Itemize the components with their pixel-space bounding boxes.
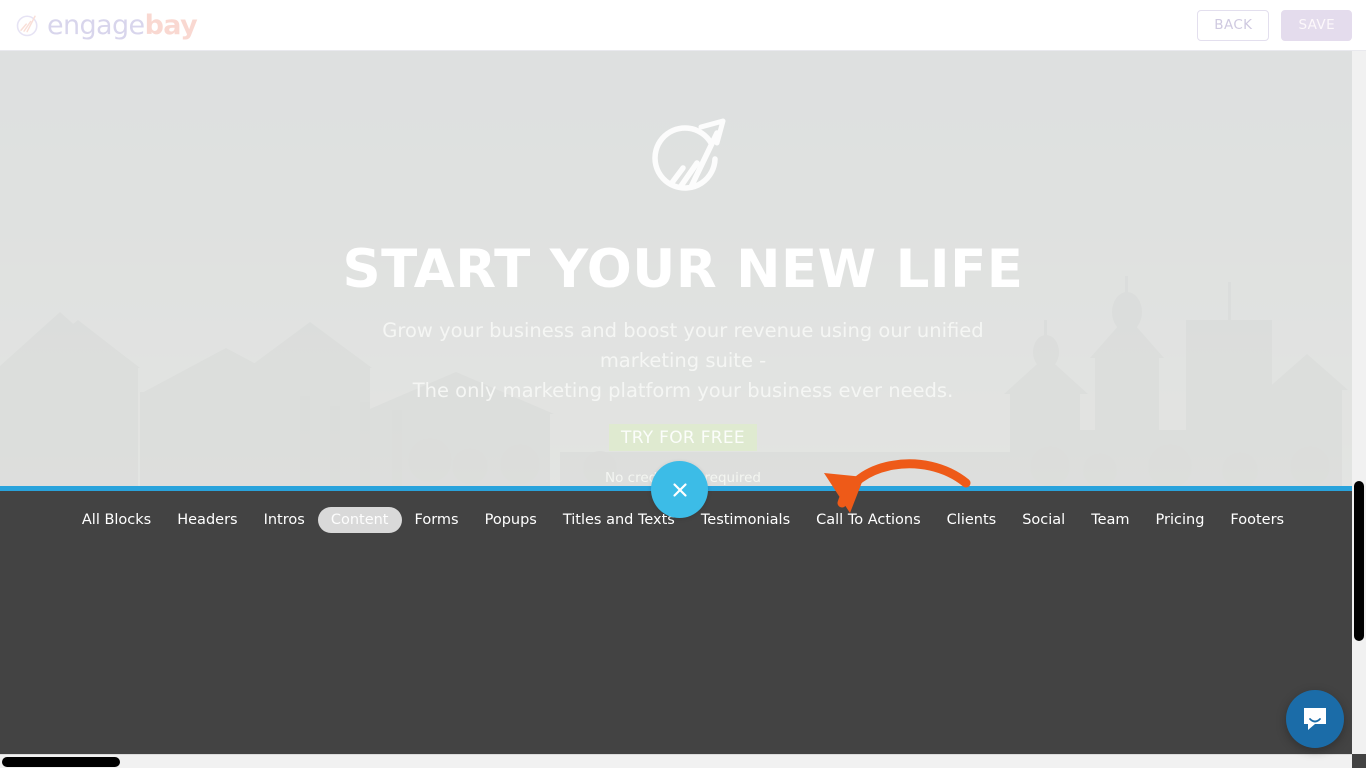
try-for-free-button[interactable]: TRY FOR FREE [609, 424, 757, 451]
block-category-footers[interactable]: Footers [1217, 507, 1297, 534]
close-panel-button[interactable] [651, 461, 708, 518]
block-category-all-blocks[interactable]: All Blocks [69, 507, 164, 534]
hero-subtitle-line-2: The only marketing platform your busines… [412, 379, 954, 402]
block-category-headers[interactable]: Headers [164, 507, 250, 534]
intercom-chat-icon [1304, 708, 1326, 730]
block-category-content[interactable]: Content [317, 506, 402, 534]
brand-word-engage: engage [47, 9, 145, 41]
vertical-scrollbar[interactable] [1352, 51, 1366, 754]
block-category-pricing[interactable]: Pricing [1143, 507, 1218, 534]
curved-arrow-icon [824, 459, 971, 513]
h-scrollbar-thumb[interactable] [2, 757, 120, 767]
hero-title: START YOUR NEW LIFE [342, 239, 1024, 300]
brand-wordmark: engagebay [47, 9, 198, 41]
brand-word-bay: bay [144, 9, 198, 41]
save-button[interactable]: SAVE [1281, 9, 1352, 41]
hero-subtitle: Grow your business and boost your revenu… [338, 316, 1028, 406]
block-category-popups[interactable]: Popups [472, 507, 550, 534]
block-category-social[interactable]: Social [1009, 507, 1078, 534]
horizontal-scrollbar[interactable] [0, 754, 1352, 768]
back-button[interactable]: BACK [1197, 9, 1270, 41]
top-bar: engagebay BACK SAVE [0, 0, 1366, 51]
intercom-launcher-button[interactable] [1286, 690, 1344, 748]
engagebay-logo-icon [14, 11, 42, 39]
block-category-intros[interactable]: Intros [251, 507, 318, 534]
block-category-forms[interactable]: Forms [402, 507, 472, 534]
hero-content: START YOUR NEW LIFE Grow your business a… [0, 51, 1366, 486]
block-category-team[interactable]: Team [1078, 507, 1142, 534]
app-root: engagebay BACK SAVE START YOUR NEW LIFE … [0, 0, 1366, 768]
brand-logo[interactable]: engagebay [14, 9, 198, 41]
hero-preview: START YOUR NEW LIFE Grow your business a… [0, 51, 1366, 486]
top-bar-actions: BACK SAVE [1197, 9, 1352, 41]
hero-subtitle-line-1: Grow your business and boost your revenu… [382, 319, 984, 372]
block-category-testimonials[interactable]: Testimonials [688, 507, 803, 534]
close-x-icon [672, 482, 687, 497]
block-library-panel: All Blocks Headers Intros Content Forms Popup… [0, 491, 1366, 768]
growth-arrow-circle-icon [631, 113, 735, 209]
v-scrollbar-thumb[interactable] [1354, 481, 1364, 641]
